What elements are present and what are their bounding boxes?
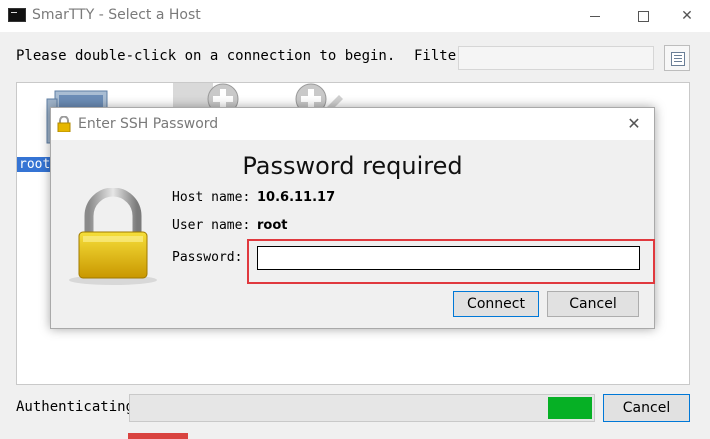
maximize-button[interactable]	[620, 0, 666, 32]
host-name-label: Host name:	[172, 190, 251, 205]
status-text: Authenticating	[16, 399, 135, 415]
host-label[interactable]: root	[17, 157, 53, 172]
title-bar[interactable]: SmarTTY - Select a Host ✕	[0, 0, 710, 32]
connect-button[interactable]: Connect	[453, 291, 539, 317]
minimize-icon	[590, 15, 600, 17]
taskbar-strip	[128, 433, 188, 439]
padlock-icon	[67, 187, 159, 286]
dialog-close-button[interactable]: ✕	[621, 112, 647, 136]
user-name-label: User name:	[172, 218, 251, 233]
progress-fill	[548, 397, 592, 419]
user-name-value: root	[257, 218, 288, 233]
filter-options-button[interactable]	[664, 45, 690, 71]
minimize-button[interactable]	[572, 0, 618, 32]
close-button[interactable]: ✕	[664, 0, 710, 32]
progress-bar	[129, 394, 595, 422]
highlight-box	[247, 239, 655, 284]
filter-input[interactable]	[458, 46, 654, 70]
password-label: Password:	[172, 250, 243, 265]
instruction-text: Please double-click on a connection to b…	[16, 48, 396, 64]
dialog-title: Enter SSH Password	[78, 116, 219, 132]
cancel-button[interactable]: Cancel	[603, 394, 690, 422]
filter-label: Filter	[414, 48, 465, 64]
dialog-heading: Password required	[242, 152, 463, 180]
password-dialog: Enter SSH Password ✕ Password required H…	[50, 107, 655, 329]
dialog-title-bar[interactable]: Enter SSH Password ✕	[51, 108, 654, 140]
lock-icon	[57, 115, 71, 133]
close-icon: ✕	[681, 8, 693, 24]
maximize-icon	[637, 10, 649, 22]
window-title: SmarTTY - Select a Host	[32, 7, 201, 23]
host-name-value: 10.6.11.17	[257, 190, 336, 205]
terminal-icon	[8, 8, 26, 22]
close-icon: ✕	[627, 114, 641, 133]
list-icon	[671, 52, 685, 66]
dialog-cancel-button[interactable]: Cancel	[547, 291, 639, 317]
